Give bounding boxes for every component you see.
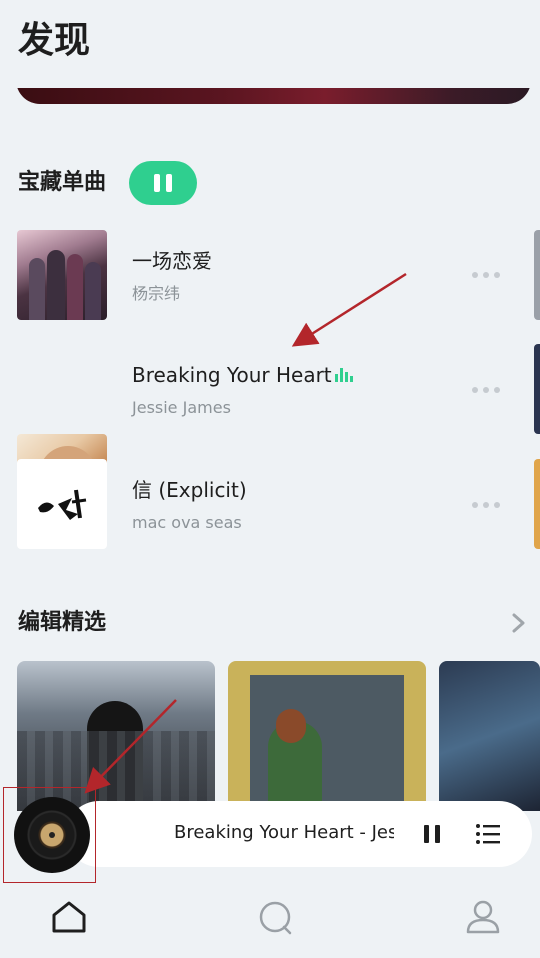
annotation-arrow [291, 272, 407, 347]
annotation-arrow [84, 699, 177, 794]
home-icon[interactable] [50, 899, 88, 935]
profile-icon[interactable] [464, 898, 502, 936]
annotation-arrows [84, 272, 407, 794]
search-icon[interactable] [257, 899, 295, 937]
